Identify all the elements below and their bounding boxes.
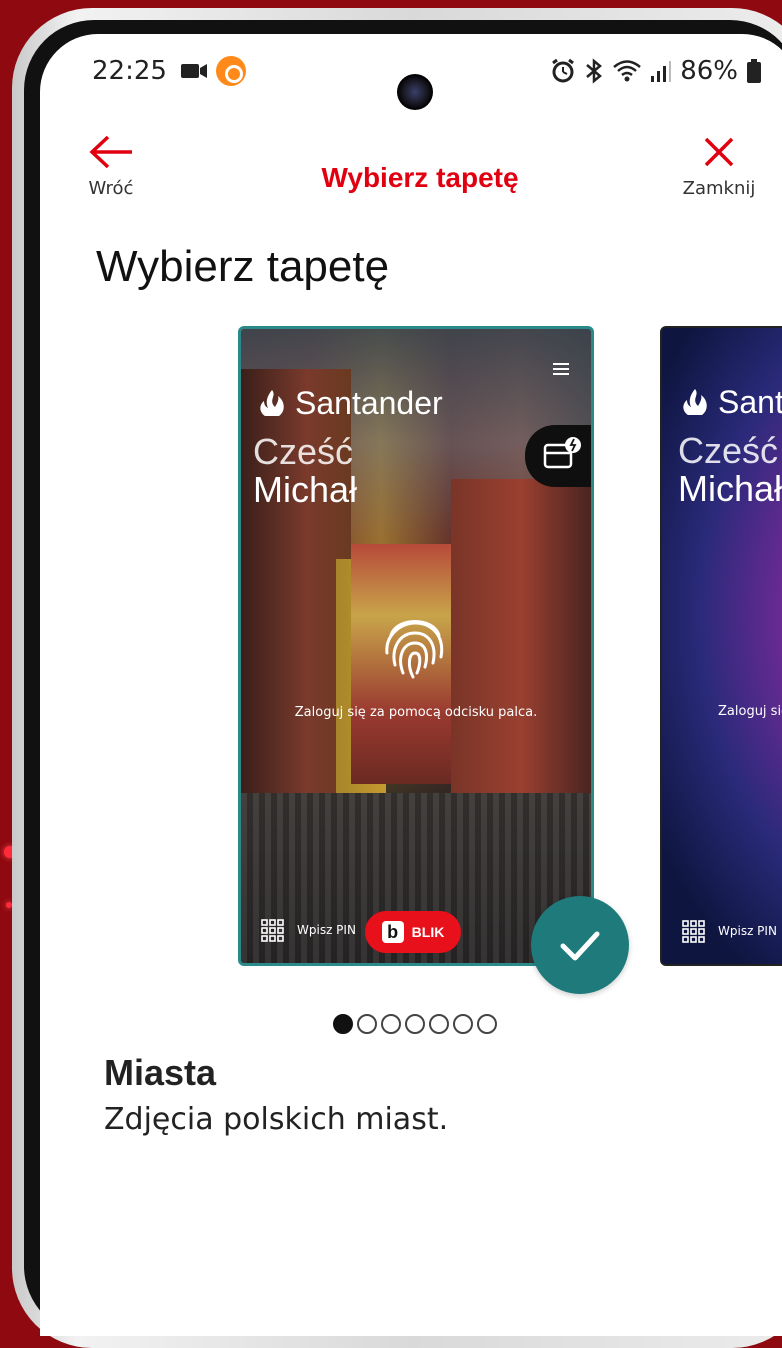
close-label: Zamknij <box>682 178 756 199</box>
card-greeting: Cześć <box>253 431 354 472</box>
blik-icon: b <box>381 921 404 943</box>
checkmark-icon <box>560 931 600 961</box>
blik-button: b BLIK <box>365 911 461 953</box>
status-bar: 22:25 86% <box>40 34 782 114</box>
front-camera <box>397 74 433 110</box>
app-header: Wróć Wybierz tapetę Zamknij <box>40 124 782 224</box>
wifi-icon <box>613 60 642 82</box>
signal-icon <box>651 61 672 82</box>
pagination-dot[interactable] <box>477 1014 497 1034</box>
wallpaper-card-city[interactable]: Santander Cześć Michał Zaloguj się za po… <box>238 326 594 966</box>
screen-record-icon <box>216 56 246 86</box>
card-greeting: Cześć <box>678 430 779 471</box>
menu-icon <box>553 363 569 375</box>
battery-percent: 86% <box>680 56 738 86</box>
wallpaper-photo-building <box>451 479 591 819</box>
video-camera-icon <box>181 64 207 78</box>
card-user-name: Michał <box>678 468 782 509</box>
wallpaper-card-nature[interactable]: Santander Cześć Michał Zaloguj się za po… <box>660 326 782 966</box>
pagination-dot[interactable] <box>381 1014 401 1034</box>
pagination-dot[interactable] <box>357 1014 377 1034</box>
phone-frame: 22:25 86% Wróć Wybierz tapetę Zamknij Wy… <box>12 8 782 1348</box>
card-login-text: Zaloguj się za pomocą odcisku palca. <box>294 705 538 720</box>
card-brand-text: Santander <box>295 385 443 421</box>
close-button[interactable]: Zamknij <box>674 134 764 214</box>
card-bottom-bar: Wpisz PIN <box>662 908 782 956</box>
card-user-name: Michał <box>253 469 358 510</box>
carousel-pagination[interactable] <box>333 1014 497 1034</box>
card-brand: Santander <box>678 384 782 421</box>
card-pin-label: Wpisz PIN <box>297 923 356 937</box>
header-title: Wybierz tapetę <box>321 162 519 193</box>
quick-pay-icon <box>525 425 591 487</box>
wallpaper-carousel[interactable]: Santander Cześć Michał Zaloguj się za po… <box>40 312 782 1012</box>
phone-screen: 22:25 86% Wróć Wybierz tapetę Zamknij Wy… <box>40 34 782 1336</box>
card-pin-label: Wpisz PIN <box>718 924 777 938</box>
battery-icon <box>747 59 761 83</box>
card-brand: Santander <box>255 385 443 422</box>
blik-label: BLIK <box>411 924 445 940</box>
close-icon <box>704 137 734 167</box>
alarm-icon <box>552 58 575 83</box>
pagination-dot[interactable] <box>405 1014 425 1034</box>
santander-flame-icon <box>683 388 707 415</box>
grid-icon <box>682 920 705 943</box>
bluetooth-icon <box>586 58 603 84</box>
fingerprint-icon <box>385 620 444 679</box>
pagination-dot[interactable] <box>333 1014 353 1034</box>
wallpaper-name: Miasta <box>104 1052 217 1093</box>
grid-icon <box>261 919 284 942</box>
phone-bezel: 22:25 86% Wróć Wybierz tapetę Zamknij Wy… <box>24 20 782 1336</box>
pagination-dot[interactable] <box>429 1014 449 1034</box>
page-title: Wybierz tapetę <box>96 242 390 291</box>
status-icons: 86% <box>550 56 762 86</box>
status-time: 22:25 <box>92 56 167 86</box>
card-brand-text: Santander <box>718 384 782 420</box>
santander-flame-icon <box>260 389 284 416</box>
wallpaper-description: Zdjęcia polskich miast. <box>104 1102 449 1137</box>
card-login-text: Zaloguj się za pomocą odcisku palca. <box>718 704 782 719</box>
pagination-dot[interactable] <box>453 1014 473 1034</box>
selected-badge <box>531 896 629 994</box>
